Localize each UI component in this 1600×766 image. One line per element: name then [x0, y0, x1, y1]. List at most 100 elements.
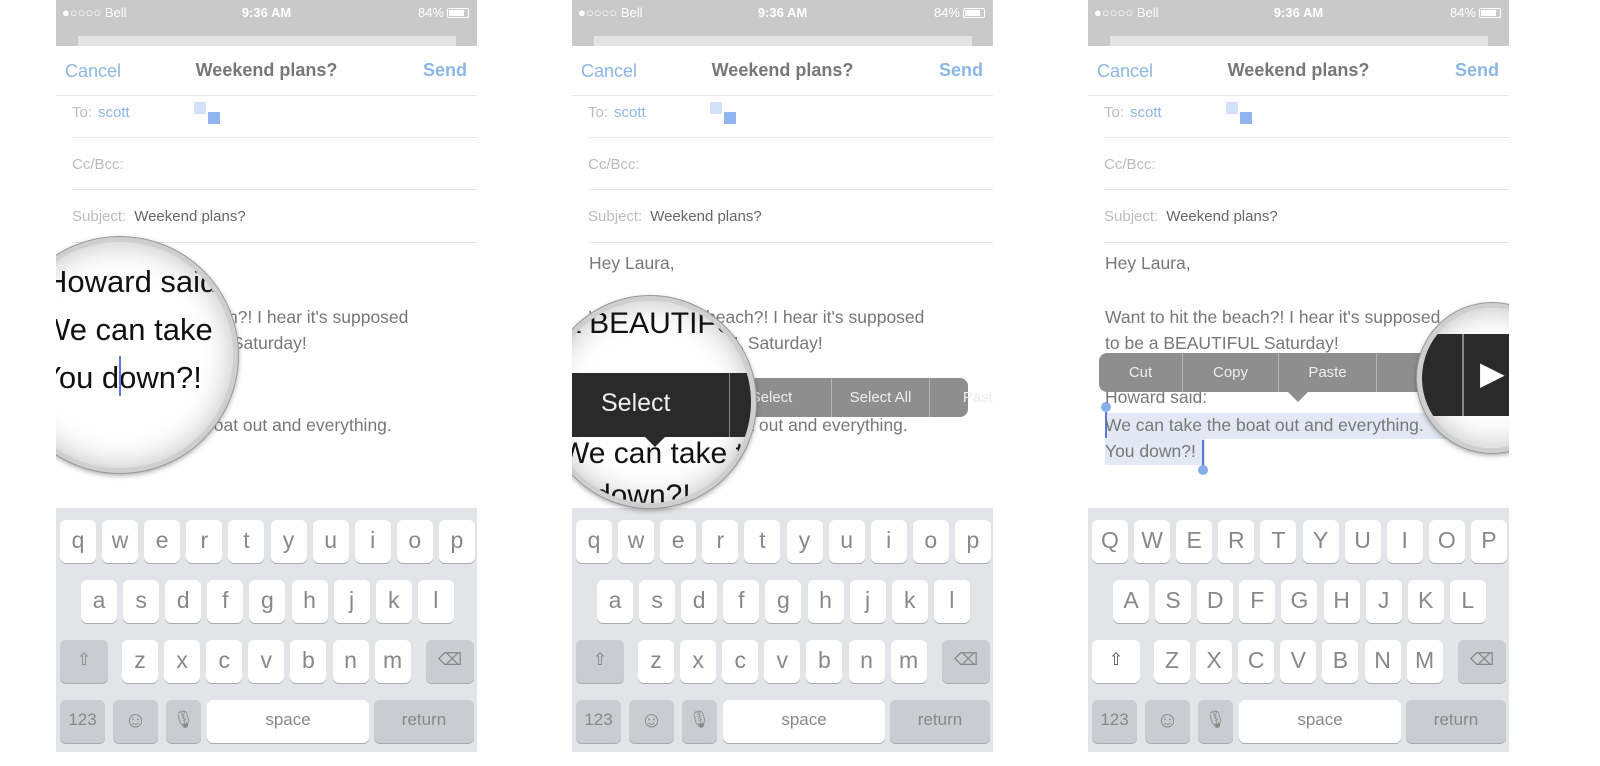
selection-end[interactable]	[1202, 440, 1204, 466]
to-field[interactable]: To: scott	[588, 96, 993, 138]
shift-key[interactable]: ⇧	[576, 640, 624, 683]
body-text-greeting[interactable]: Hey Laura,	[1105, 253, 1191, 274]
menu-cut-button[interactable]: Cut	[1099, 353, 1183, 392]
key-Y[interactable]: Y	[1302, 520, 1339, 563]
subject-value[interactable]: Weekend plans?	[134, 208, 245, 225]
key-y[interactable]: y	[270, 520, 307, 563]
numbers-key[interactable]: 123	[60, 700, 105, 743]
space-key[interactable]: space	[207, 700, 369, 743]
key-E[interactable]: E	[1176, 520, 1213, 563]
key-j[interactable]: j	[333, 580, 370, 623]
key-w[interactable]: w	[618, 520, 655, 563]
key-j[interactable]: j	[849, 580, 886, 623]
key-R[interactable]: R	[1218, 520, 1255, 563]
key-d[interactable]: d	[681, 580, 718, 623]
menu-select-button[interactable]: Select	[601, 389, 670, 418]
key-z[interactable]: z	[638, 640, 674, 683]
key-c[interactable]: c	[206, 640, 243, 683]
shift-key[interactable]: ⇧	[60, 640, 108, 683]
key-w[interactable]: w	[102, 520, 139, 563]
key-p[interactable]: p	[954, 520, 991, 563]
key-t[interactable]: t	[228, 520, 265, 563]
key-s[interactable]: s	[123, 580, 160, 623]
key-J[interactable]: J	[1365, 580, 1402, 623]
key-b[interactable]: b	[290, 640, 327, 683]
emoji-key[interactable]: ☺	[629, 700, 674, 743]
send-button[interactable]: Send	[423, 60, 467, 81]
key-U[interactable]: U	[1344, 520, 1381, 563]
key-o[interactable]: o	[396, 520, 433, 563]
key-x[interactable]: x	[164, 640, 201, 683]
key-A[interactable]: A	[1113, 580, 1149, 623]
key-g[interactable]: g	[765, 580, 802, 623]
delete-key[interactable]: ⌫	[942, 640, 990, 683]
key-t[interactable]: t	[744, 520, 781, 563]
dictation-key[interactable]: 🎙	[1198, 700, 1233, 743]
key-h[interactable]: h	[291, 580, 328, 623]
key-u[interactable]: u	[312, 520, 349, 563]
key-W[interactable]: W	[1134, 520, 1171, 563]
key-o[interactable]: o	[912, 520, 949, 563]
key-k[interactable]: k	[375, 580, 412, 623]
space-key[interactable]: space	[723, 700, 885, 743]
menu-copy-button[interactable]: Copy	[1183, 353, 1279, 392]
to-field[interactable]: To: scott	[1104, 96, 1509, 138]
key-m[interactable]: m	[890, 640, 927, 683]
numbers-key[interactable]: 123	[1092, 700, 1137, 743]
recipient-token[interactable]: scott	[1130, 104, 1162, 121]
menu-paste-button[interactable]: Paste	[930, 378, 993, 417]
key-v[interactable]: v	[764, 640, 801, 683]
key-f[interactable]: f	[207, 580, 244, 623]
selection-end-handle[interactable]	[1198, 465, 1208, 475]
key-d[interactable]: d	[165, 580, 202, 623]
key-s[interactable]: s	[639, 580, 676, 623]
key-h[interactable]: h	[807, 580, 844, 623]
cc-bcc-field[interactable]: Cc/Bcc:	[72, 138, 477, 190]
key-P[interactable]: P	[1470, 520, 1507, 563]
to-field[interactable]: To: scott	[72, 96, 477, 138]
delete-key[interactable]: ⌫	[1458, 640, 1506, 683]
key-q[interactable]: q	[60, 520, 96, 563]
key-x[interactable]: x	[680, 640, 717, 683]
key-K[interactable]: K	[1407, 580, 1444, 623]
key-X[interactable]: X	[1196, 640, 1233, 683]
key-l[interactable]: l	[417, 580, 454, 623]
key-i[interactable]: i	[354, 520, 391, 563]
subject-field[interactable]: Subject: Weekend plans?	[588, 190, 993, 243]
subject-field[interactable]: Subject: Weekend plans?	[1104, 190, 1509, 243]
send-button[interactable]: Send	[939, 60, 983, 81]
numbers-key[interactable]: 123	[576, 700, 621, 743]
delete-key[interactable]: ⌫	[426, 640, 474, 683]
subject-value[interactable]: Weekend plans?	[1166, 208, 1277, 225]
key-i[interactable]: i	[870, 520, 907, 563]
key-b[interactable]: b	[806, 640, 843, 683]
body-text-quote2[interactable]: You down?!	[1105, 441, 1196, 462]
key-L[interactable]: L	[1449, 580, 1486, 623]
key-r[interactable]: r	[186, 520, 223, 563]
key-Q[interactable]: Q	[1092, 520, 1128, 563]
key-C[interactable]: C	[1238, 640, 1275, 683]
key-N[interactable]: N	[1364, 640, 1401, 683]
key-G[interactable]: G	[1281, 580, 1318, 623]
body-text-line1[interactable]: Want to hit the beach?! I hear it's supp…	[1105, 307, 1440, 328]
key-m[interactable]: m	[374, 640, 411, 683]
key-e[interactable]: e	[144, 520, 181, 563]
key-I[interactable]: I	[1386, 520, 1423, 563]
shift-key[interactable]: ⇧	[1092, 640, 1140, 683]
dictation-key[interactable]: 🎙	[166, 700, 201, 743]
key-v[interactable]: v	[248, 640, 285, 683]
body-text-line2[interactable]: to be a BEAUTIFUL Saturday!	[1105, 333, 1339, 354]
cc-bcc-field[interactable]: Cc/Bcc:	[588, 138, 993, 190]
key-p[interactable]: p	[438, 520, 475, 563]
emoji-key[interactable]: ☺	[113, 700, 158, 743]
key-B[interactable]: B	[1322, 640, 1359, 683]
key-u[interactable]: u	[828, 520, 865, 563]
key-c[interactable]: c	[722, 640, 759, 683]
send-button[interactable]: Send	[1455, 60, 1499, 81]
key-z[interactable]: z	[122, 640, 158, 683]
key-H[interactable]: H	[1323, 580, 1360, 623]
return-key[interactable]: return	[890, 700, 990, 743]
key-n[interactable]: n	[332, 640, 369, 683]
key-q[interactable]: q	[576, 520, 612, 563]
key-r[interactable]: r	[702, 520, 739, 563]
